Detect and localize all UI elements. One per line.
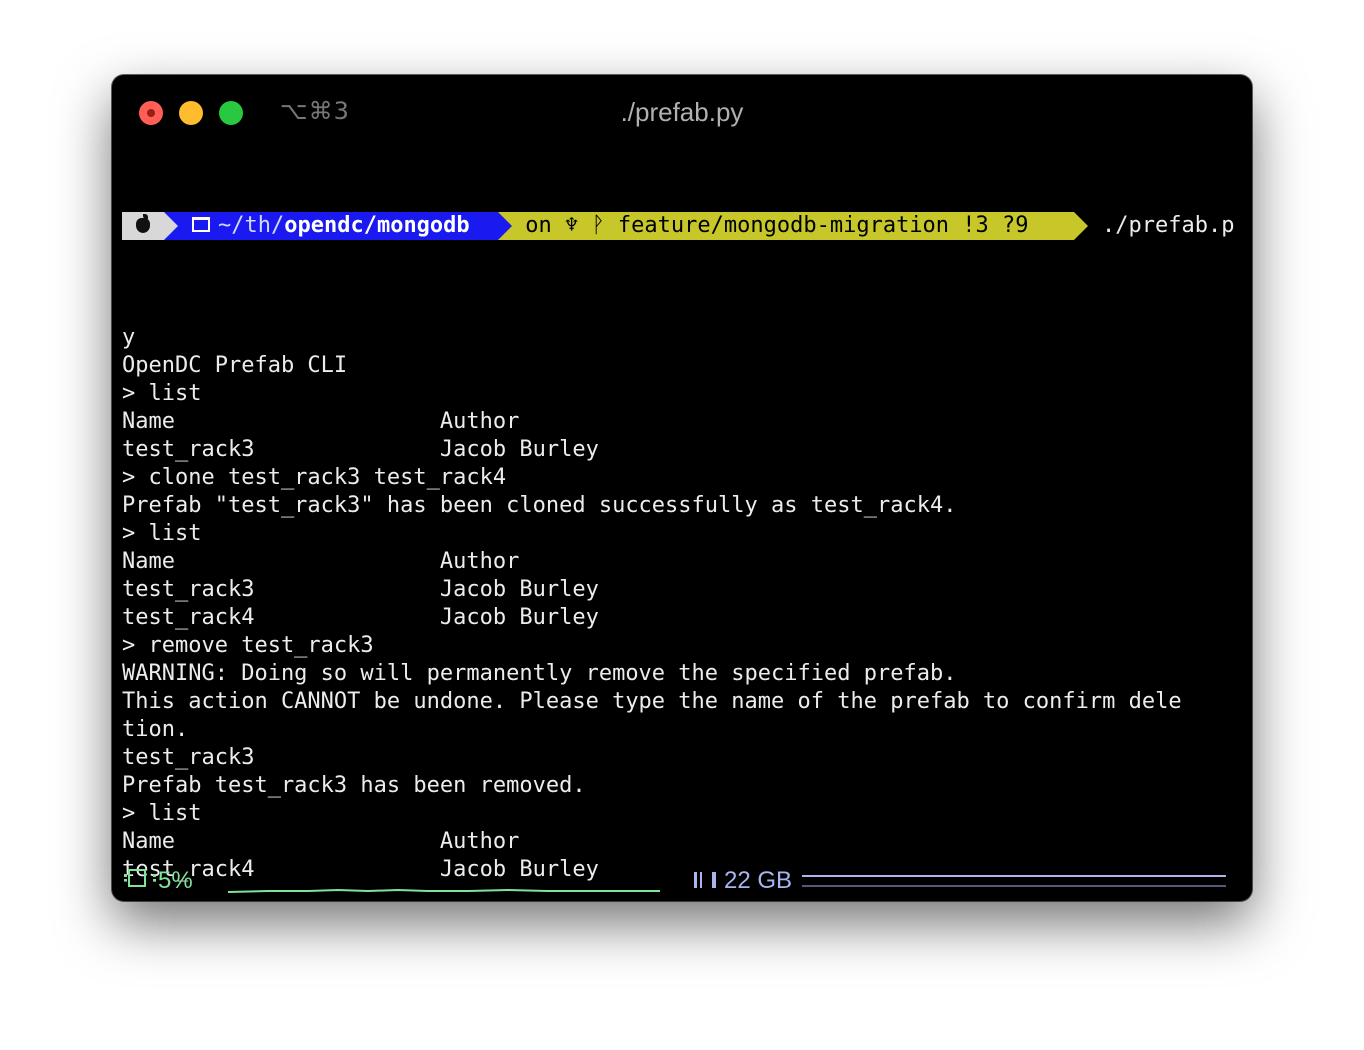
output-line: > list <box>122 801 202 826</box>
output-line: Name Author <box>122 409 520 434</box>
output-line: test_rack3 Jacob Burley <box>122 437 599 462</box>
prompt-git-segment: on ♆ ᚹ feature/mongodb-migration !3 ?9 <box>512 212 1074 240</box>
output-lines: y OpenDC Prefab CLI > list Name Author test_… <box>122 324 1242 884</box>
prompt-os-segment <box>122 212 164 240</box>
output-line: > list <box>122 381 202 406</box>
output-line: > remove test_rack3 <box>122 633 374 658</box>
output-line: This action CANNOT be undone. Please typ… <box>122 689 1182 714</box>
apple-leaf-icon <box>143 214 148 219</box>
prompt-command: ./prefab.p <box>1102 213 1235 238</box>
output-line: Name Author <box>122 829 520 854</box>
git-status: on ♆ ᚹ feature/mongodb-migration !3 ?9 <box>525 213 1029 238</box>
shell-prompt: ~/th/opendc/mongodb on ♆ ᚹ feature/mongo… <box>122 212 1242 240</box>
cpu-usage: 5% <box>158 867 193 894</box>
output-line: > clone test_rack3 test_rack4 <box>122 465 507 490</box>
apple-icon <box>136 218 150 233</box>
dir-prefix: ~/th/ <box>218 213 285 238</box>
output-line: tion. <box>122 717 189 742</box>
segment-separator-icon <box>498 212 512 240</box>
output-line: OpenDC Prefab CLI <box>122 353 348 378</box>
memory-icon <box>694 872 716 888</box>
output-line: Name Author <box>122 549 520 574</box>
terminal-output[interactable]: ~/th/opendc/mongodb on ♆ ᚹ feature/mongo… <box>122 156 1242 901</box>
status-bar: 5% 22 GB <box>112 863 1252 899</box>
output-line: test_rack4 Jacob Burley <box>122 605 599 630</box>
prompt-dir-segment: ~/th/opendc/mongodb <box>178 212 498 240</box>
window-title: ./prefab.py <box>620 97 744 127</box>
title-bar: ⌥⌘3 ./prefab.py <box>112 75 1252 151</box>
output-line: test_rack3 <box>122 745 255 770</box>
memory-usage: 22 GB <box>724 867 793 894</box>
memory-bar <box>802 875 1226 887</box>
cpu-icon <box>124 869 156 887</box>
output-line: > list <box>122 521 202 546</box>
dir-current: opendc/mongodb <box>284 213 470 238</box>
folder-icon <box>192 216 210 232</box>
output-line: Prefab "test_rack3" has been cloned succ… <box>122 493 957 518</box>
output-line: WARNING: Doing so will permanently remov… <box>122 661 957 686</box>
cpu-sparkline <box>228 888 660 893</box>
output-line: test_rack3 Jacob Burley <box>122 577 599 602</box>
segment-separator-icon <box>164 212 178 240</box>
output-line: y <box>122 325 136 350</box>
terminal-window: ⌥⌘3 ./prefab.py ~/th/opendc/mongodb on ♆… <box>112 75 1252 901</box>
output-line: Prefab test_rack3 has been removed. <box>122 773 586 798</box>
segment-separator-icon <box>1074 212 1088 240</box>
